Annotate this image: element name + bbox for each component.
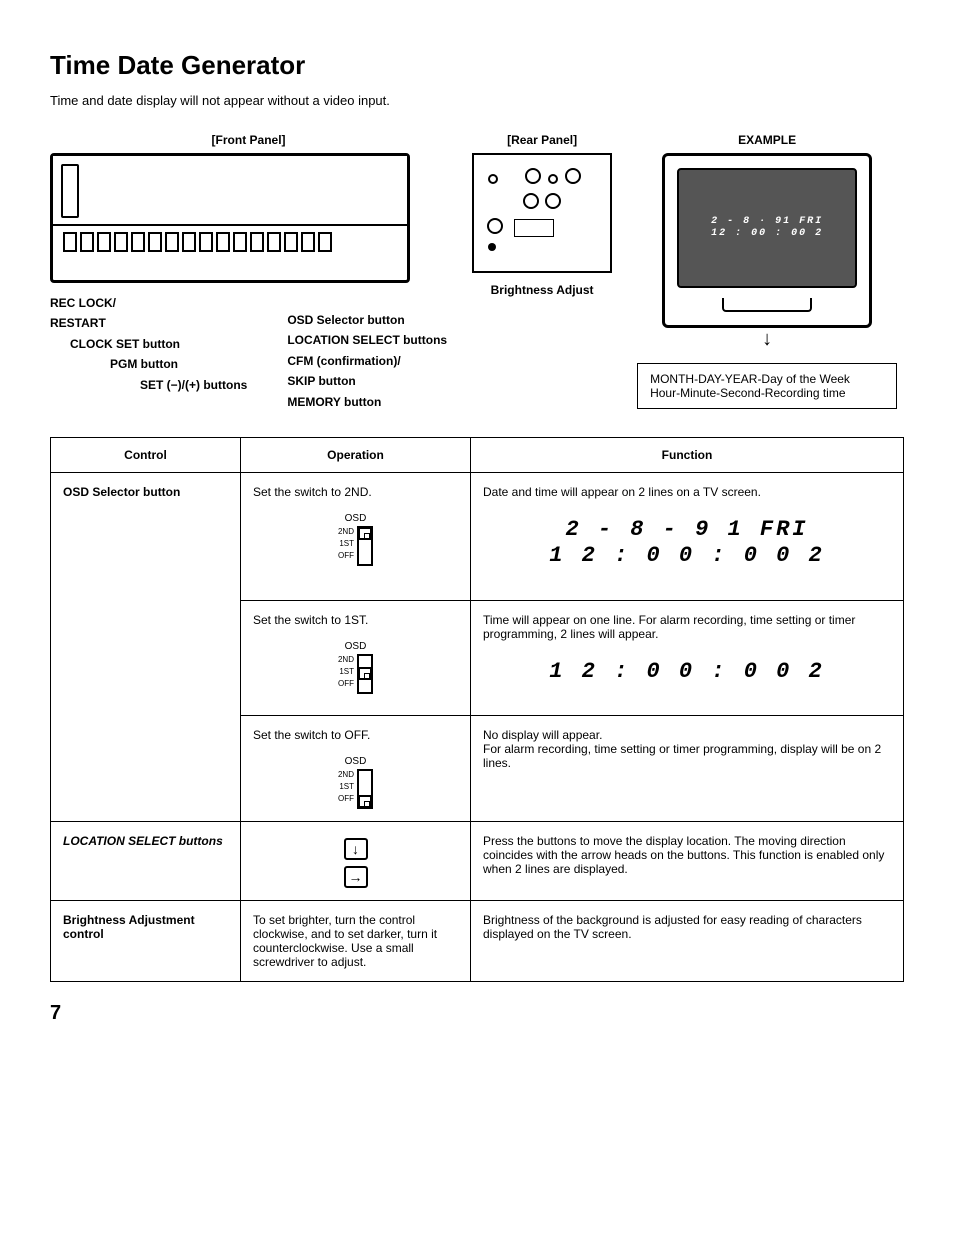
osd-label: OSD bbox=[345, 641, 367, 652]
callout-location-select: LOCATION SELECT buttons bbox=[287, 330, 447, 350]
seg-line1: 2 - 8 - 9 1 FRI bbox=[483, 517, 891, 543]
tick-off: OFF bbox=[338, 793, 354, 805]
col-function: Function bbox=[471, 437, 904, 472]
callout-pgm: PGM button bbox=[50, 354, 247, 374]
tick-2nd: 2ND bbox=[338, 654, 354, 666]
rear-panel-diagram bbox=[472, 153, 612, 273]
osd-label: OSD bbox=[345, 513, 367, 524]
seg-line1: 1 2 : 0 0 : 0 0 2 bbox=[483, 659, 891, 685]
table-row: LOCATION SELECT buttons ↓ → Press the bu… bbox=[51, 822, 904, 901]
callout-rec-lock: REC LOCK/ bbox=[50, 293, 247, 313]
rear-panel-label: [Rear Panel] bbox=[507, 133, 577, 147]
arrow-right-button-icon: → bbox=[344, 866, 368, 888]
col-control: Control bbox=[51, 437, 241, 472]
callout-cfm: CFM (confirmation)/ bbox=[287, 351, 447, 371]
cell-control-osd: OSD Selector button bbox=[51, 472, 241, 821]
op-text: Set the switch to 2ND. bbox=[253, 485, 458, 499]
callout-osd-selector: OSD Selector button bbox=[287, 310, 447, 330]
front-panel-diagram bbox=[50, 153, 410, 283]
tick-1st: 1ST bbox=[338, 538, 354, 550]
tick-2nd: 2ND bbox=[338, 769, 354, 781]
callout-skip: SKIP button bbox=[287, 371, 447, 391]
cell-op-brightness: To set brighter, turn the control clockw… bbox=[241, 901, 471, 982]
diagram-row: [Front Panel] REC LOCK/ RESTART CLOCK SE… bbox=[50, 133, 904, 412]
example-legend-box: MONTH-DAY-YEAR-Day of the Week Hour-Minu… bbox=[637, 363, 897, 409]
cell-op-2nd: Set the switch to 2ND. OSD 2ND 1ST OFF bbox=[241, 472, 471, 600]
osd-switch-off: OSD 2ND 1ST OFF bbox=[253, 756, 458, 809]
cell-func-1st: Time will appear on one line. For alarm … bbox=[471, 600, 904, 715]
table-row: OSD Selector button Set the switch to 2N… bbox=[51, 472, 904, 600]
osd-switch-1st: OSD 2ND 1ST OFF bbox=[253, 641, 458, 694]
brightness-adjust-caption: Brightness Adjust bbox=[491, 283, 594, 297]
tick-2nd: 2ND bbox=[338, 526, 354, 538]
tick-off: OFF bbox=[338, 550, 354, 562]
down-arrow-icon: ↓ bbox=[762, 328, 772, 351]
legend-line2: Hour-Minute-Second-Recording time bbox=[650, 386, 884, 400]
tick-1st: 1ST bbox=[338, 666, 354, 678]
page-subtitle: Time and date display will not appear wi… bbox=[50, 93, 904, 108]
osd-label: OSD bbox=[345, 756, 367, 767]
cell-control-location: LOCATION SELECT buttons bbox=[51, 822, 241, 901]
callout-clock-set: CLOCK SET button bbox=[50, 334, 247, 354]
cell-op-off: Set the switch to OFF. OSD 2ND 1ST OFF bbox=[241, 716, 471, 822]
tv-example-diagram: 2 - 8 · 91 FRI 12 : 00 : 00 2 ↓ bbox=[662, 153, 872, 328]
legend-line1: MONTH-DAY-YEAR-Day of the Week bbox=[650, 372, 884, 386]
osd-switch-2nd: OSD 2ND 1ST OFF bbox=[253, 513, 458, 566]
func-text: Date and time will appear on 2 lines on … bbox=[483, 485, 891, 499]
op-text: Set the switch to 1ST. bbox=[253, 613, 458, 627]
table-row: Brightness Adjustment control To set bri… bbox=[51, 901, 904, 982]
cell-func-off: No display will appear. For alarm record… bbox=[471, 716, 904, 822]
cell-func-2nd: Date and time will appear on 2 lines on … bbox=[471, 472, 904, 600]
callout-restart: RESTART bbox=[50, 313, 247, 333]
seg-display-1st: 1 2 : 0 0 : 0 0 2 bbox=[483, 659, 891, 685]
seg-line2: 1 2 : 0 0 : 0 0 2 bbox=[483, 543, 891, 569]
tick-off: OFF bbox=[338, 678, 354, 690]
cell-control-brightness: Brightness Adjustment control bbox=[51, 901, 241, 982]
cell-op-1st: Set the switch to 1ST. OSD 2ND 1ST OFF bbox=[241, 600, 471, 715]
cell-func-location: Press the buttons to move the display lo… bbox=[471, 822, 904, 901]
col-operation: Operation bbox=[241, 437, 471, 472]
tv-screen: 2 - 8 · 91 FRI 12 : 00 : 00 2 bbox=[677, 168, 857, 288]
page-title: Time Date Generator bbox=[50, 50, 904, 81]
front-panel-callouts: REC LOCK/ RESTART CLOCK SET button PGM b… bbox=[50, 293, 447, 412]
func-text: Time will appear on one line. For alarm … bbox=[483, 613, 891, 641]
tv-screen-line2: 12 : 00 : 00 2 bbox=[711, 228, 823, 240]
callout-set: SET (−)/(+) buttons bbox=[50, 375, 247, 395]
tick-1st: 1ST bbox=[338, 781, 354, 793]
example-label: EXAMPLE bbox=[738, 133, 796, 147]
page-number: 7 bbox=[50, 1002, 904, 1025]
cell-func-brightness: Brightness of the background is adjusted… bbox=[471, 901, 904, 982]
front-panel-label: [Front Panel] bbox=[212, 133, 286, 147]
arrow-down-button-icon: ↓ bbox=[344, 838, 368, 860]
op-text: Set the switch to OFF. bbox=[253, 728, 458, 742]
controls-table: Control Operation Function OSD Selector … bbox=[50, 437, 904, 982]
seg-display-2nd: 2 - 8 - 9 1 FRI 1 2 : 0 0 : 0 0 2 bbox=[483, 517, 891, 570]
cell-op-location: ↓ → bbox=[241, 822, 471, 901]
tv-screen-line1: 2 - 8 · 91 FRI bbox=[711, 216, 823, 228]
callout-memory: MEMORY button bbox=[287, 392, 447, 412]
